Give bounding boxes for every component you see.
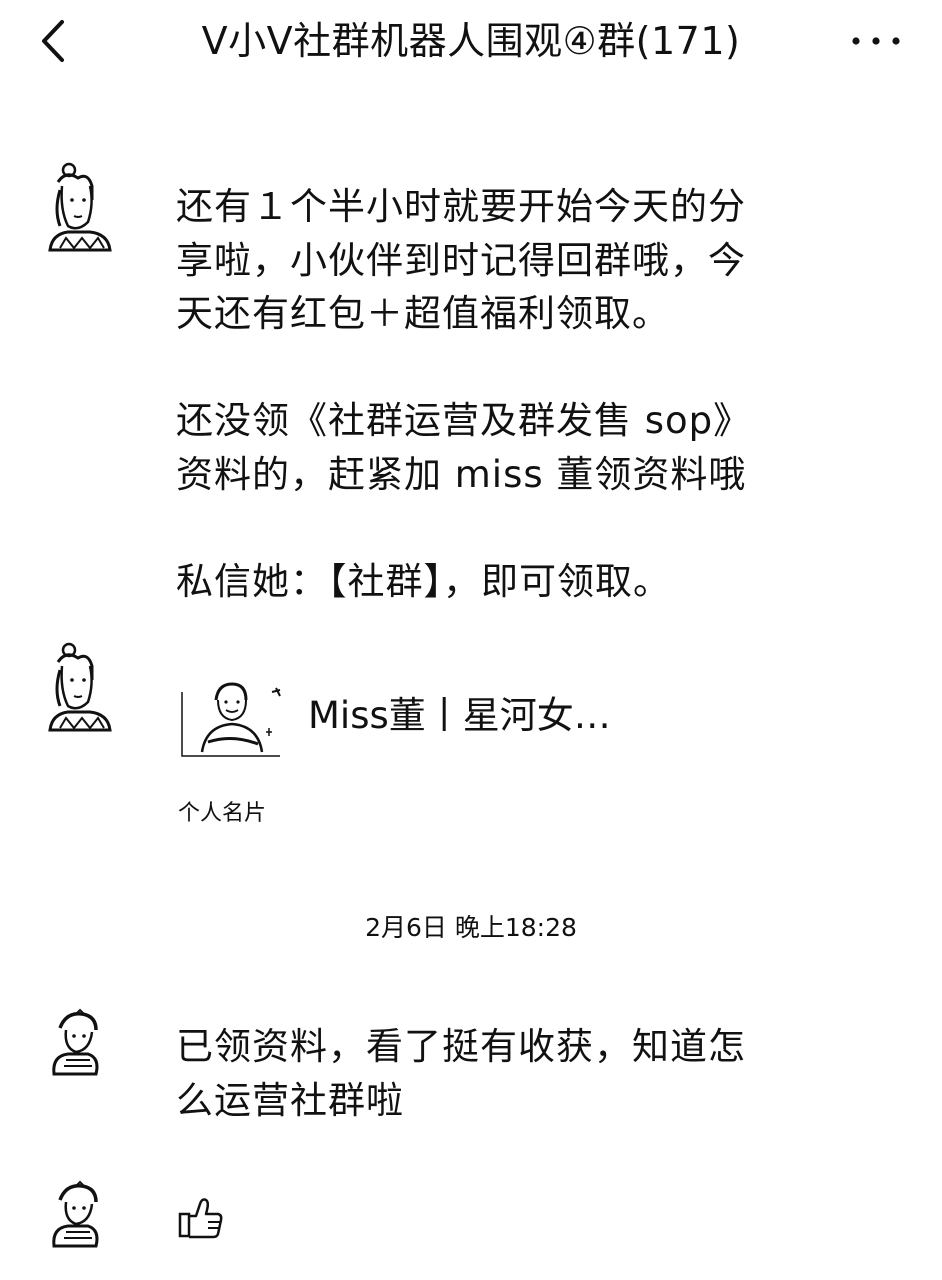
- thumbs-up-icon: [178, 1198, 223, 1239]
- message-text: 已领资料，看了挺有收获，知道怎 么运营社群啦: [176, 1025, 746, 1122]
- timestamp: 2月6日 晚上18:28: [365, 913, 577, 942]
- more-button[interactable]: [846, 26, 906, 56]
- chat-header: V小V社群机器人围观④群(171): [0, 0, 942, 86]
- contact-card-type: 个人名片: [178, 801, 267, 826]
- chat-title: V小V社群机器人围观④群(171): [201, 19, 741, 63]
- avatar[interactable]: [46, 1008, 118, 1104]
- contact-photo: [181, 682, 281, 757]
- avatar[interactable]: [44, 640, 116, 736]
- contact-card-name: Miss董丨星河女…: [308, 694, 611, 737]
- avatar[interactable]: [44, 160, 116, 256]
- chevron-left-icon: [42, 20, 64, 62]
- message-text: 还有１个半小时就要开始今天的分 享啦，小伙伴到时记得回群哦，今 天还有红包＋超值…: [176, 185, 752, 603]
- contact-card[interactable]: Miss董丨星河女…: [176, 664, 736, 764]
- more-dots-icon: [852, 37, 900, 45]
- avatar[interactable]: [46, 1180, 118, 1276]
- back-button[interactable]: [32, 16, 76, 66]
